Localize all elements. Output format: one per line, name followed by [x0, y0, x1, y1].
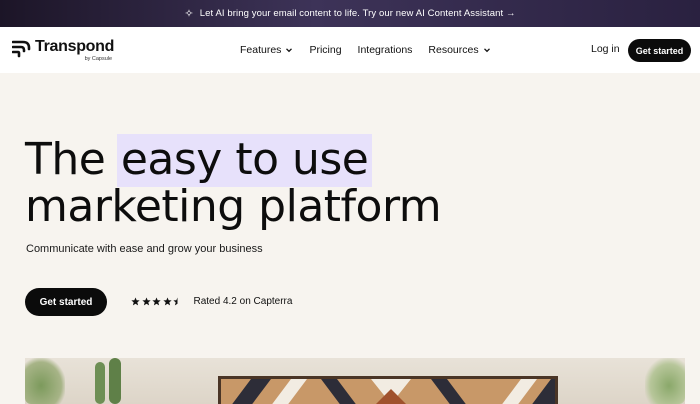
chevron-down-icon [483, 48, 490, 53]
page-edge [685, 358, 700, 404]
announcement-text: Let AI bring your email content to life.… [199, 8, 516, 19]
nav-item-label: Resources [428, 44, 479, 56]
announcement-bar[interactable]: ✧ Let AI bring your email content to lif… [0, 0, 700, 27]
header-get-started-button[interactable]: Get started [628, 39, 691, 62]
sparkle-icon: ✧ [184, 8, 194, 20]
star-icon [162, 297, 172, 306]
logo-text: Transpond by Capsule [35, 38, 115, 63]
capterra-rating: Rated 4.2 on Capterra [131, 296, 292, 307]
half-star-icon [173, 297, 178, 306]
hero-title-highlight: easy to use [116, 134, 373, 187]
hero-title-line-2: marketing platform [25, 181, 442, 232]
chevron-down-icon [286, 48, 293, 53]
login-link[interactable]: Log in [591, 43, 620, 55]
nav-item-pricing[interactable]: Pricing [309, 44, 341, 56]
hero-title-line-1: The easy to use [25, 134, 441, 187]
hero-subtitle: Communicate with ease and grow your busi… [26, 243, 263, 255]
hero-title: The easy to use marketing platform [25, 134, 442, 232]
hero-photo [25, 358, 685, 404]
rating-text: Rated 4.2 on Capterra [193, 296, 293, 307]
hero-title-prefix: The [25, 134, 106, 185]
star-icon [131, 297, 140, 306]
nav-item-resources[interactable]: Resources [428, 44, 490, 56]
main-nav: Features Pricing Integrations Resources [240, 27, 507, 73]
cactus-left [95, 362, 105, 404]
nav-item-label: Integrations [357, 44, 413, 56]
transpond-logo-icon [12, 40, 31, 58]
logo[interactable]: Transpond by Capsule [12, 39, 114, 62]
site-header: Transpond by Capsule Features Pricing In… [0, 27, 700, 73]
hero-get-started-button[interactable]: Get started [25, 288, 107, 316]
nav-item-features[interactable]: Features [240, 44, 293, 56]
nav-item-integrations[interactable]: Integrations [358, 44, 413, 56]
rating-stars [131, 297, 184, 306]
announcement-link[interactable]: ✧ Let AI bring your email content to lif… [184, 7, 515, 20]
star-icon [141, 297, 151, 306]
plant-left [25, 358, 65, 404]
logo-wordmark: Transpond [35, 38, 115, 55]
nav-item-label: Features [240, 44, 282, 56]
nav-item-label: Pricing [309, 44, 342, 56]
cactus-left-2 [109, 358, 121, 404]
plant-right [645, 358, 685, 404]
logo-byline: by Capsule [84, 56, 113, 62]
geometric-wall-art [218, 376, 558, 404]
star-icon [152, 297, 161, 306]
